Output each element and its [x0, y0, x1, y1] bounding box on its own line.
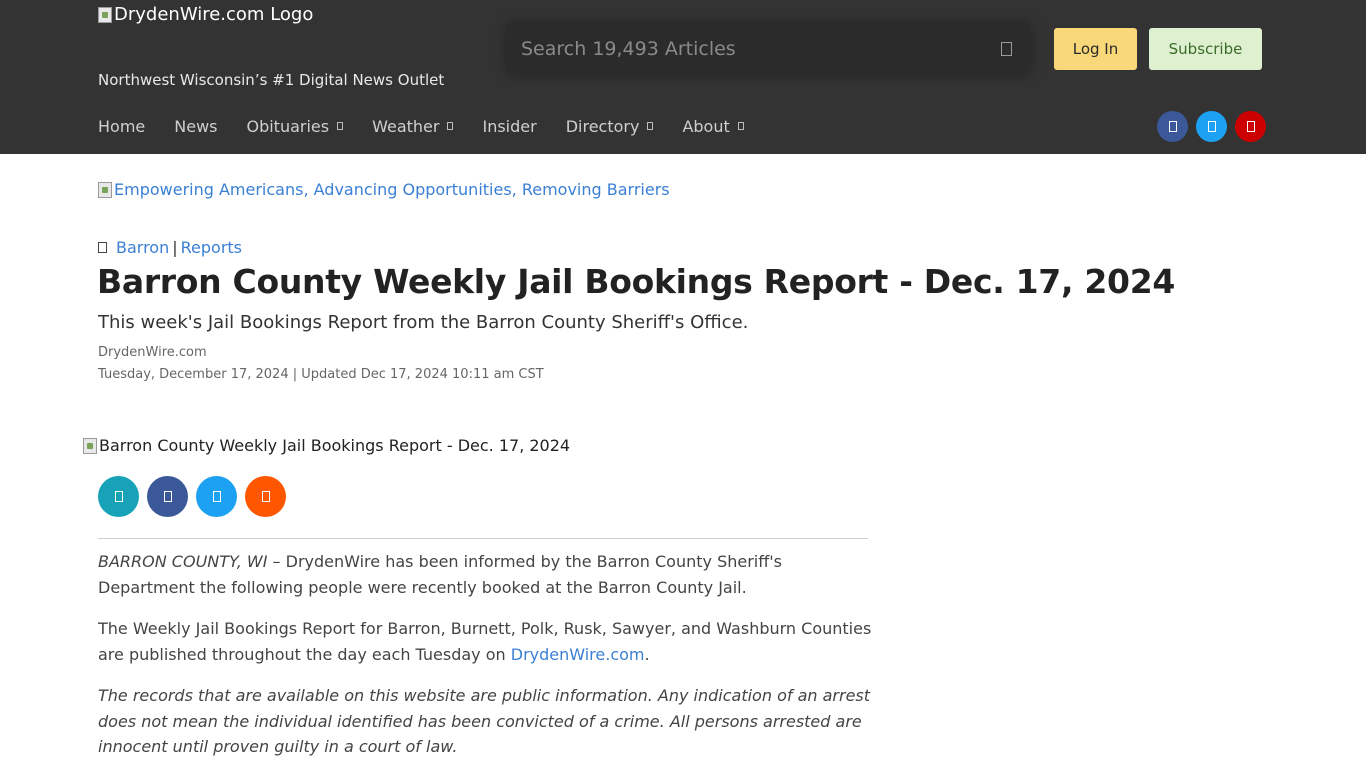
nav-item-directory[interactable]: Directory [566, 114, 654, 138]
category-link-barron[interactable]: Barron [116, 238, 169, 257]
youtube-icon [1246, 121, 1255, 132]
chevron-down-icon [737, 122, 744, 130]
dateline: BARRON COUNTY, WI [98, 552, 268, 571]
nav-label: Insider [482, 116, 537, 136]
facebook-button[interactable] [1157, 111, 1188, 142]
nav-item-about[interactable]: About [682, 114, 744, 138]
nav-item-weather[interactable]: Weather [372, 114, 454, 138]
article-paragraph: BARRON COUNTY, WI – DrydenWire has been … [98, 549, 874, 600]
paragraph-end: . [644, 644, 650, 664]
broken-image-icon [83, 437, 97, 454]
nav-label: Directory [565, 116, 640, 136]
content-divider [98, 538, 868, 539]
hero-image: Barron County Weekly Jail Bookings Repor… [83, 436, 570, 455]
share-button-twitter[interactable] [196, 476, 237, 517]
share-button-generic[interactable] [98, 476, 139, 517]
chevron-down-icon [647, 122, 654, 130]
ad-alt-text: Empowering Americans, Advancing Opportun… [114, 180, 670, 199]
nav-label: Obituaries [246, 116, 330, 136]
nav-label: About [682, 116, 730, 136]
hero-alt-text: Barron County Weekly Jail Bookings Repor… [99, 436, 571, 455]
nav-label: News [174, 116, 218, 136]
reddit-icon [261, 491, 270, 502]
share-icon [114, 491, 123, 502]
facebook-icon [1168, 121, 1177, 132]
chevron-down-icon [337, 122, 344, 130]
article-source: DrydenWire.com [98, 345, 207, 360]
article-dates: Tuesday, December 17, 2024 | Updated Dec… [98, 367, 544, 382]
nav-item-obituaries[interactable]: Obituaries [246, 114, 344, 138]
login-button[interactable]: Log In [1054, 28, 1137, 70]
main-nav: Home News Obituaries Weather Insider Dir… [98, 114, 773, 138]
article-paragraph: The Weekly Jail Bookings Report for Barr… [98, 616, 874, 667]
paragraph-text: The Weekly Jail Bookings Report for Barr… [98, 619, 872, 664]
article-title: Barron County Weekly Jail Bookings Repor… [97, 262, 1176, 301]
nav-item-news[interactable]: News [174, 114, 217, 138]
search-icon[interactable] [1001, 42, 1012, 56]
category-separator: | [172, 238, 178, 257]
folder-icon [98, 242, 107, 253]
subscribe-button[interactable]: Subscribe [1149, 28, 1262, 70]
category-breadcrumb: Barron | Reports [98, 238, 242, 257]
youtube-button[interactable] [1235, 111, 1266, 142]
broken-image-icon [98, 6, 112, 23]
broken-image-icon [98, 181, 112, 198]
nav-label: Home [98, 116, 146, 136]
twitter-button[interactable] [1196, 111, 1227, 142]
share-button-reddit[interactable] [245, 476, 286, 517]
twitter-icon [1207, 121, 1216, 132]
disclaimer-paragraph: The records that are available on this w… [98, 686, 871, 756]
facebook-icon [163, 491, 172, 502]
search-input[interactable] [521, 34, 981, 64]
search-box [507, 24, 1030, 74]
chevron-down-icon [447, 122, 454, 130]
drydenwire-link[interactable]: DrydenWire.com [511, 645, 645, 664]
category-link-reports[interactable]: Reports [181, 238, 242, 257]
twitter-icon [212, 491, 221, 502]
nav-label: Weather [372, 116, 440, 136]
site-header: DrydenWire.com Logo Northwest Wisconsin’… [0, 0, 1366, 154]
article-subtitle: This week's Jail Bookings Report from th… [98, 312, 749, 333]
ad-banner-link[interactable]: Empowering Americans, Advancing Opportun… [98, 180, 670, 199]
logo-alt-text: DrydenWire.com Logo [114, 4, 314, 25]
share-button-facebook[interactable] [147, 476, 188, 517]
nav-item-insider[interactable]: Insider [482, 114, 536, 138]
nav-item-home[interactable]: Home [98, 114, 145, 138]
site-tagline: Northwest Wisconsin’s #1 Digital News Ou… [98, 71, 445, 89]
updated-date: | Updated Dec 17, 2024 10:11 am CST [292, 367, 544, 382]
published-date: Tuesday, December 17, 2024 [98, 367, 289, 382]
site-logo[interactable]: DrydenWire.com Logo [98, 4, 313, 25]
